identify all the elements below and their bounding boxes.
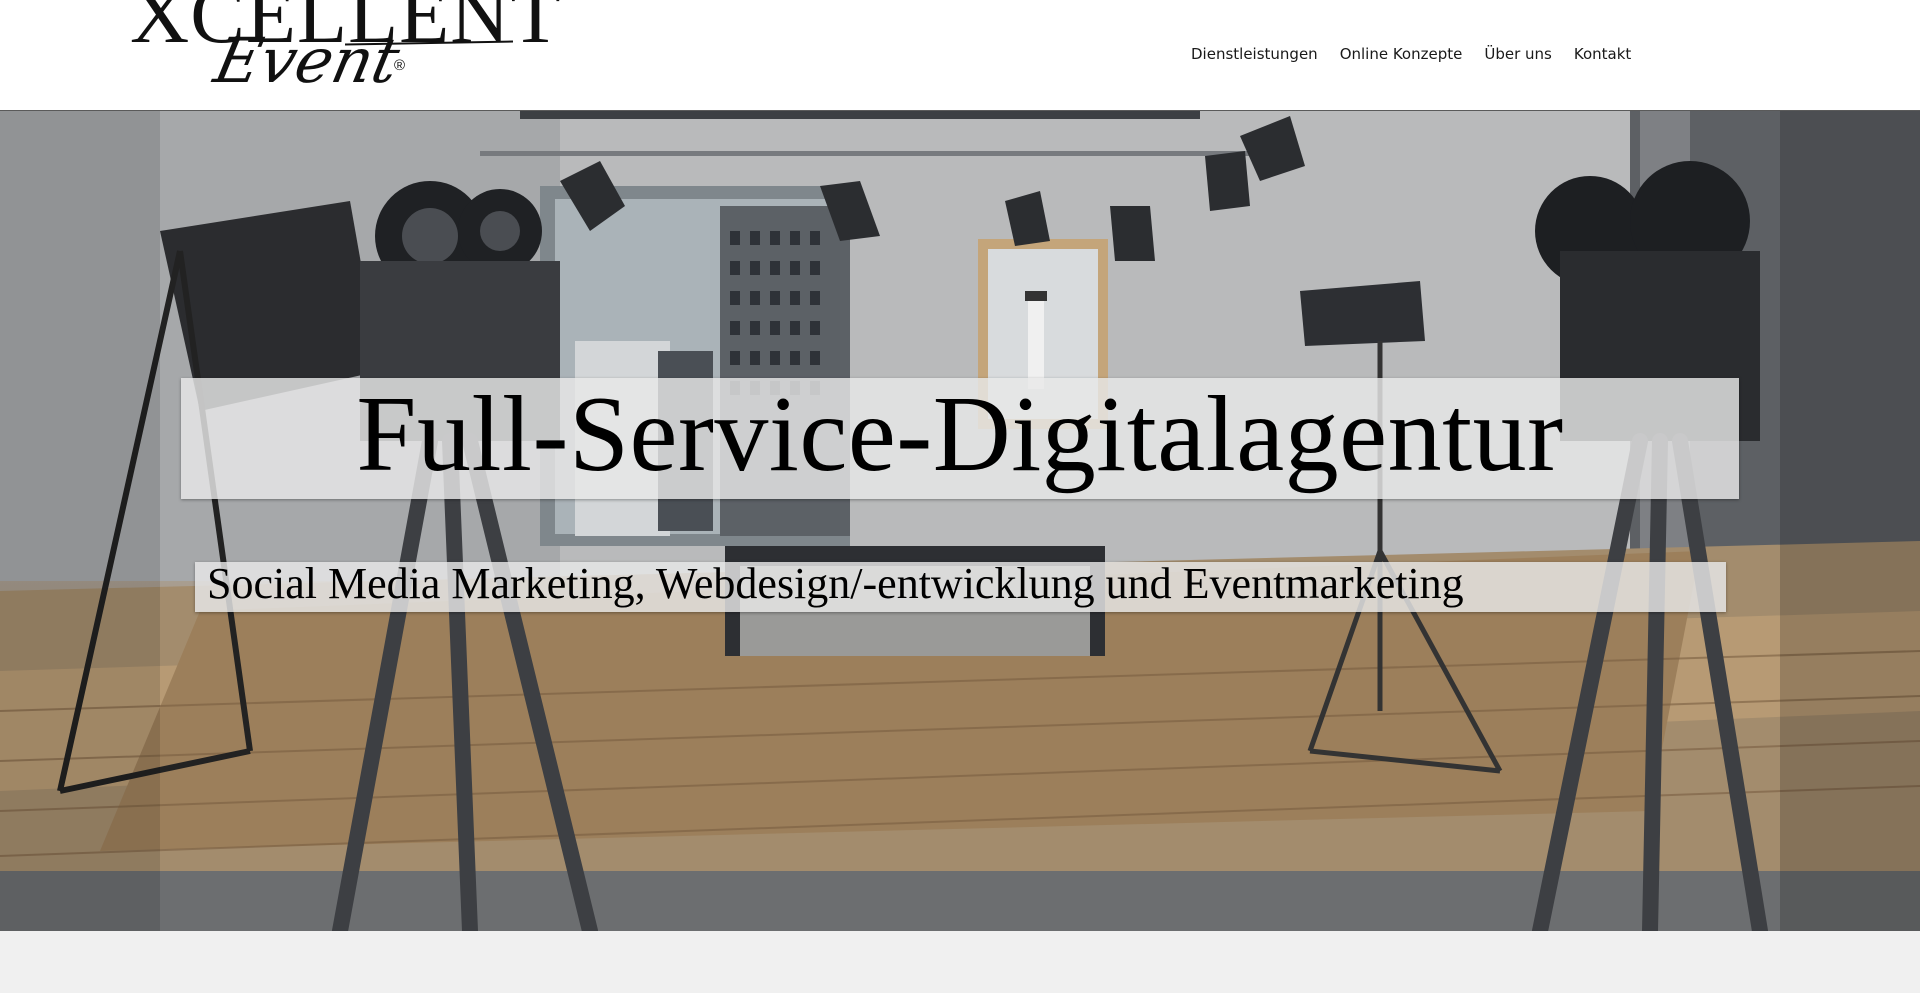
nav-link-online-konzepte[interactable]: Online Konzepte	[1329, 43, 1474, 65]
hero-subtitle: Social Media Marketing, Webdesign/-entwi…	[207, 559, 1464, 608]
hero-title-box: Full-Service-Digitalagentur	[181, 378, 1739, 499]
logo-script: Event	[208, 24, 406, 97]
nav-link-kontakt[interactable]: Kontakt	[1563, 43, 1642, 65]
site-header: XCELLENT Event ® Dienstleistungen Online…	[0, 0, 1920, 111]
hero-subtitle-box: Social Media Marketing, Webdesign/-entwi…	[195, 562, 1726, 612]
main-navigation: Dienstleistungen Online Konzepte Über un…	[1180, 43, 1642, 65]
nav-link-dienstleistungen[interactable]: Dienstleistungen	[1180, 43, 1329, 65]
hero-title: Full-Service-Digitalagentur	[356, 374, 1564, 494]
registered-mark: ®	[394, 57, 406, 74]
nav-link-ueber-uns[interactable]: Über uns	[1473, 43, 1563, 65]
content-area-start	[0, 931, 1920, 993]
hero-section: Full-Service-Digitalagentur Social Media…	[0, 111, 1920, 931]
site-logo[interactable]: XCELLENT Event ®	[130, 0, 561, 112]
hero-background-image	[0, 111, 1920, 931]
